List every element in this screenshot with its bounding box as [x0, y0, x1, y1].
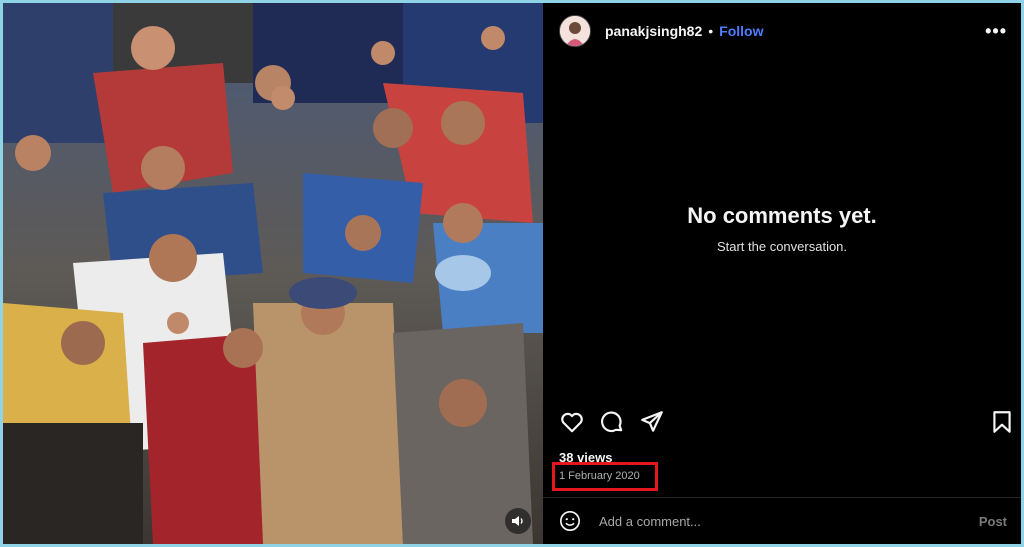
avatar-image — [560, 16, 590, 46]
post-video[interactable] — [3, 3, 543, 544]
action-bar — [543, 407, 1021, 439]
crowd-video-frame — [3, 3, 543, 544]
separator-dot: • — [708, 23, 714, 39]
heart-icon[interactable] — [559, 409, 585, 435]
empty-comments-subtitle: Start the conversation. — [716, 239, 848, 254]
emoji-icon[interactable] — [559, 510, 581, 532]
username-link[interactable]: panakjsingh82 — [605, 23, 702, 39]
comment-input[interactable] — [597, 512, 979, 530]
follow-button[interactable]: Follow — [719, 23, 763, 39]
share-icon[interactable] — [639, 409, 665, 435]
post-details-panel: panakjsingh82 • Follow ••• No comments y… — [543, 3, 1021, 544]
bookmark-icon[interactable] — [989, 409, 1015, 435]
post-header: panakjsingh82 • Follow ••• — [543, 3, 1021, 59]
avatar[interactable] — [559, 15, 591, 47]
comments-empty-state: No comments yet. Start the conversation. — [543, 203, 1021, 254]
mute-button[interactable] — [505, 508, 531, 534]
post-modal: panakjsingh82 • Follow ••• No comments y… — [3, 3, 1021, 544]
comment-icon[interactable] — [599, 409, 625, 435]
comment-composer: Post — [543, 498, 1021, 544]
date-highlight-box — [552, 462, 658, 491]
empty-comments-title: No comments yet. — [687, 203, 877, 228]
post-comment-button[interactable]: Post — [979, 514, 1007, 529]
speaker-icon — [512, 516, 523, 526]
more-options-icon[interactable]: ••• — [985, 21, 1007, 42]
